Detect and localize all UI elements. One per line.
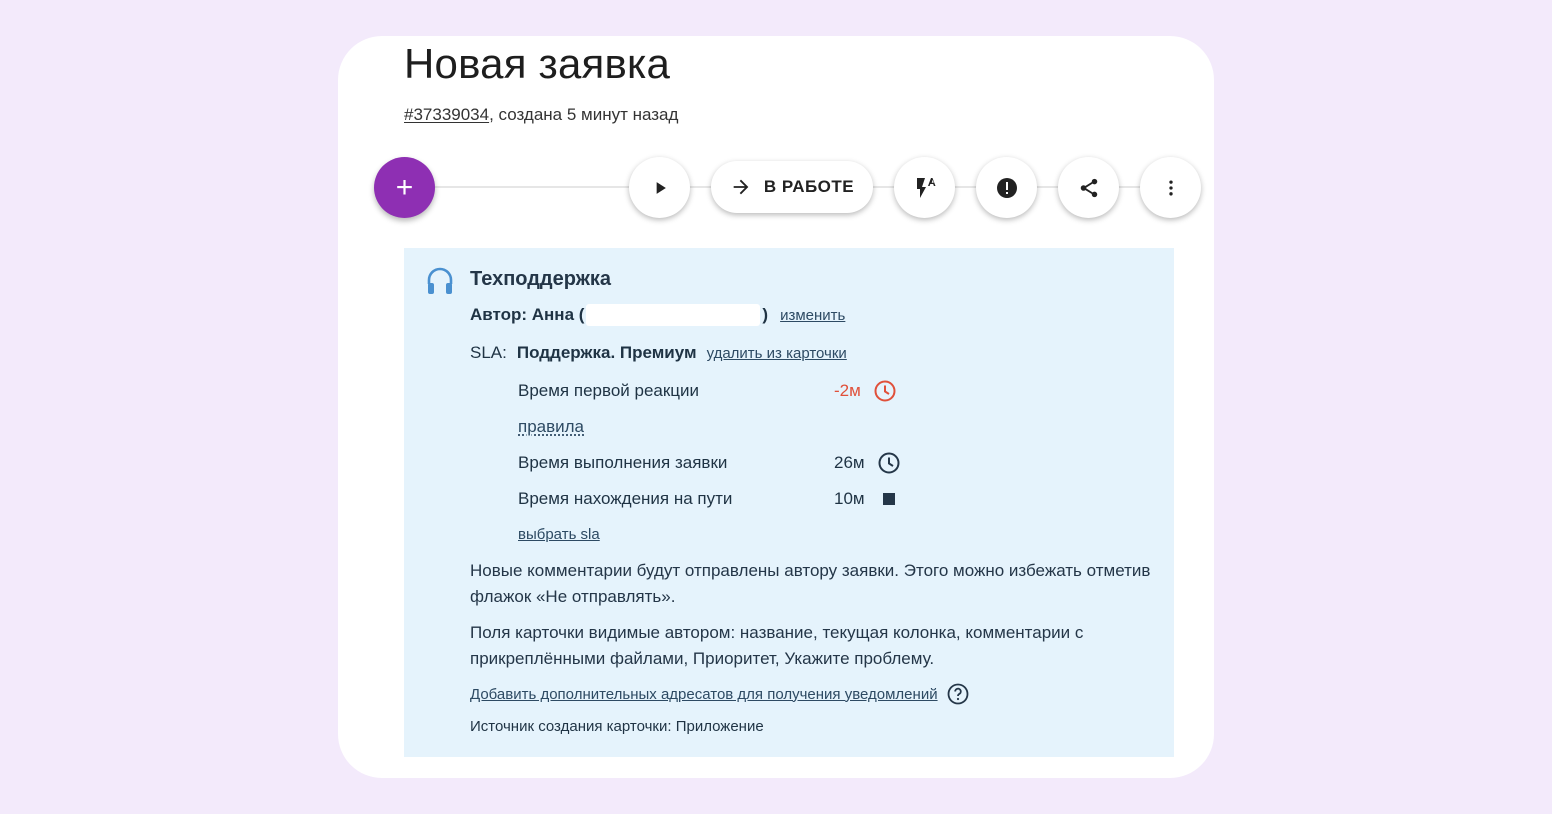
add-button[interactable]: +: [374, 157, 435, 218]
team-name: Техподдержка: [470, 268, 612, 290]
ticket-id-link[interactable]: #37339034: [404, 105, 489, 124]
more-button[interactable]: [1140, 157, 1201, 218]
sla-remove-link[interactable]: удалить из карточки: [707, 345, 847, 362]
metric-first-reaction: -2м: [834, 379, 897, 403]
more-vert-icon: [1168, 180, 1173, 195]
sla-row: SLA: Поддержка. Премиум удалить из карто…: [470, 343, 847, 363]
sla-label: SLA:: [470, 343, 507, 362]
rules-link[interactable]: правила: [518, 417, 584, 437]
author-row: Автор: Анна ( ) изменить: [470, 304, 845, 326]
share-button[interactable]: [1058, 157, 1119, 218]
metric-transit: 10м: [834, 487, 901, 511]
share-icon: [1080, 178, 1097, 197]
metric-value: 26м: [834, 453, 865, 472]
metric-resolution: 26м: [834, 451, 901, 475]
source-text: Источник создания карточки: Приложение: [470, 718, 764, 735]
stop-icon: [882, 493, 895, 505]
flash-off-auto-icon: [916, 177, 935, 198]
sla-name: Поддержка. Премиум: [516, 343, 697, 362]
visible-fields-note: Поля карточки видимые автором: название,…: [470, 623, 1084, 668]
add-recipients-row: Добавить дополнительных адресатов для по…: [470, 682, 970, 706]
author-suffix: ): [762, 305, 769, 324]
page-title: Новая заявка: [404, 40, 671, 87]
headset-icon: [427, 267, 453, 294]
author-prefix: Автор: Анна (: [470, 305, 585, 324]
redacted-email: [586, 304, 761, 326]
plus-icon: +: [395, 170, 414, 204]
choose-sla-link[interactable]: выбрать sla: [518, 526, 600, 543]
support-panel: Техподдержка Автор: Анна ( ) изменить SL…: [404, 248, 1174, 757]
notify-note: Новые комментарии будут отправлены автор…: [470, 561, 1151, 606]
created-text: , создана 5 минут назад: [489, 105, 679, 124]
status-button[interactable]: В РАБОТЕ: [711, 161, 873, 213]
metric-value: 10м: [834, 489, 865, 508]
clock-alert-icon: [874, 380, 896, 402]
change-author-link[interactable]: изменить: [780, 307, 845, 324]
help-icon[interactable]: [946, 682, 970, 706]
play-button[interactable]: [629, 157, 690, 218]
alert-icon: [996, 177, 1017, 198]
clock-icon: [878, 452, 900, 474]
metric-value: -2м: [834, 381, 861, 400]
play-icon: [656, 181, 666, 194]
add-recipients-link[interactable]: Добавить дополнительных адресатов для по…: [470, 686, 938, 703]
arrow-right-icon: [733, 179, 749, 195]
ticket-meta: #37339034, создана 5 минут назад: [404, 105, 678, 125]
alert-button[interactable]: [976, 157, 1037, 218]
status-label: В РАБОТЕ: [763, 177, 855, 196]
ticket-card: Новая заявка #37339034, создана 5 минут …: [338, 36, 1214, 778]
flash-auto-button[interactable]: [894, 157, 955, 218]
